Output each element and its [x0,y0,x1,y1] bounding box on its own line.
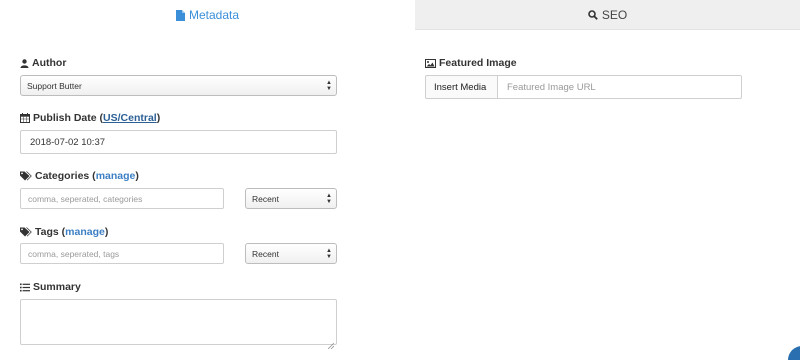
image-icon [425,58,436,68]
help-chat-button[interactable] [788,346,800,360]
featured-image-url-input[interactable]: Featured Image URL [498,75,742,99]
summary-textarea[interactable] [20,299,337,350]
calendar-icon [20,113,30,123]
select-arrows-icon: ▲ ▼ [326,80,332,92]
file-icon [175,9,185,21]
tags-input[interactable]: comma, seperated, tags [20,243,224,264]
insert-media-button[interactable]: Insert Media [425,75,498,99]
categories-sort-value: Recent [252,193,279,204]
featured-image-label-row: Featured Image [425,57,517,69]
categories-label: Categories ( [35,170,96,182]
tab-bar: Metadata SEO [0,0,800,30]
tab-metadata[interactable]: Metadata [0,0,415,30]
tags-label-close: ) [104,226,109,238]
timezone-link[interactable]: US/Central [103,112,157,124]
featured-image-label: Featured Image [439,57,517,69]
tags-label-row: Tags (manage) [20,226,108,238]
list-icon [20,283,30,292]
featured-image-group: Insert Media Featured Image URL [425,75,742,99]
author-select[interactable]: Support Butter ▲ ▼ [20,75,337,96]
tags-label: Tags ( [35,226,66,238]
categories-input[interactable]: comma, seperated, categories [20,188,224,209]
tab-metadata-label: Metadata [188,8,240,22]
author-label-row: Author [20,57,66,69]
author-label: Author [32,57,67,69]
select-arrows-icon: ▲ ▼ [326,248,332,260]
tab-seo-label: SEO [601,7,628,22]
tags-icon [20,171,32,181]
publish-date-label-row: Publish Date (US/Central) [20,112,160,124]
summary-label-row: Summary [20,281,81,293]
search-icon [588,9,598,20]
categories-sort-select[interactable]: Recent ▲ ▼ [245,188,337,209]
tags-sort-select[interactable]: Recent ▲ ▼ [245,243,337,264]
publish-date-label: Publish Date ( [33,112,104,124]
user-icon [20,58,29,68]
publish-date-input[interactable]: 2018-07-02 10:37 [20,130,337,154]
tab-seo[interactable]: SEO [415,0,800,30]
tags-sort-value: Recent [252,248,279,259]
summary-label: Summary [33,281,81,293]
resize-grip-icon[interactable] [327,336,335,350]
categories-manage-link[interactable]: manage [96,170,136,182]
tags-manage-link[interactable]: manage [65,226,105,238]
author-selected-value: Support Butter [27,80,82,91]
categories-label-row: Categories (manage) [20,170,139,182]
tags-icon [20,227,32,237]
select-arrows-icon: ▲ ▼ [326,193,332,205]
categories-label-close: ) [135,170,139,182]
publish-date-label-close: ) [156,112,161,124]
